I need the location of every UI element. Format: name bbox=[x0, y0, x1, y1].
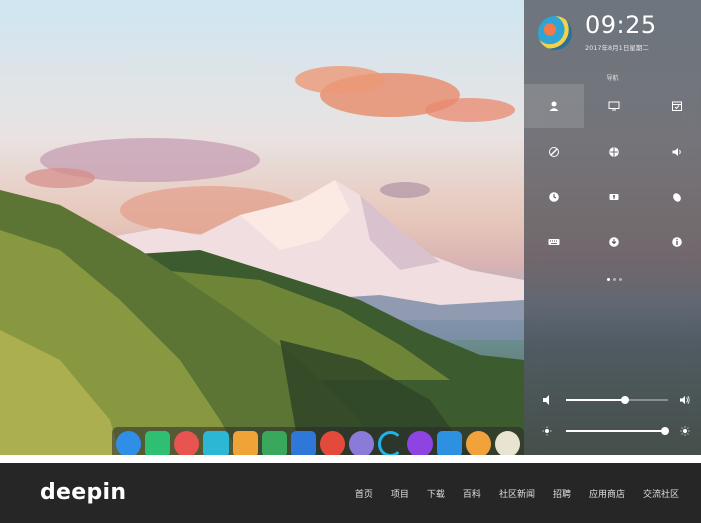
brightness-high-icon bbox=[680, 426, 690, 436]
navigation-label: 导航 bbox=[606, 75, 619, 82]
clock-icon bbox=[549, 192, 559, 202]
browser-icon[interactable] bbox=[465, 430, 491, 455]
control-center: 09:25 2017年8月1日星期二 导航 bbox=[524, 0, 701, 455]
nav-item[interactable]: 下载 bbox=[427, 487, 445, 500]
update-icon bbox=[609, 237, 619, 247]
dock bbox=[112, 427, 524, 455]
brightness-low-icon bbox=[542, 426, 552, 436]
extra-icon[interactable] bbox=[494, 430, 520, 455]
page-dot[interactable] bbox=[613, 278, 616, 281]
brightness-slider[interactable] bbox=[542, 425, 690, 437]
tile-info[interactable] bbox=[647, 220, 701, 264]
screenshot-icon[interactable] bbox=[436, 430, 462, 455]
volume-knob[interactable] bbox=[621, 396, 630, 404]
mouse-icon bbox=[673, 193, 681, 202]
network-icon bbox=[609, 147, 619, 157]
user-icon bbox=[549, 101, 559, 111]
terminal-icon[interactable] bbox=[145, 430, 171, 455]
theme-icon bbox=[549, 147, 559, 157]
nav-item[interactable]: 百科 bbox=[463, 487, 481, 500]
sound-icon bbox=[672, 148, 681, 156]
launcher-icon[interactable] bbox=[116, 430, 142, 455]
tile-sound[interactable] bbox=[647, 130, 701, 174]
volume-slider[interactable] bbox=[542, 394, 690, 406]
display-icon bbox=[608, 101, 620, 111]
user-avatar[interactable] bbox=[538, 16, 572, 50]
tile-clock[interactable] bbox=[524, 175, 584, 219]
app-store-icon[interactable] bbox=[203, 430, 229, 455]
screen-recorder-icon[interactable] bbox=[174, 430, 200, 455]
files-icon[interactable] bbox=[232, 430, 258, 455]
tile-power[interactable] bbox=[584, 175, 644, 219]
clock-time: 09:25 bbox=[585, 11, 657, 39]
tile-user[interactable] bbox=[524, 84, 584, 128]
page-dot[interactable] bbox=[607, 278, 610, 281]
nav-item[interactable]: 首页 bbox=[355, 487, 373, 500]
tile-keyboard[interactable] bbox=[524, 220, 584, 264]
power-icon bbox=[609, 194, 619, 200]
main-nav: 首页 项目 下载 百科 社区新闻 招聘 应用商店 交流社区 bbox=[355, 463, 679, 523]
desktop: 09:25 2017年8月1日星期二 导航 bbox=[0, 0, 701, 455]
shutdown-icon[interactable] bbox=[407, 430, 433, 455]
tile-theme[interactable] bbox=[524, 130, 584, 174]
brightness-knob[interactable] bbox=[660, 427, 669, 435]
loading-icon[interactable] bbox=[378, 430, 404, 455]
tile-mouse[interactable] bbox=[647, 175, 701, 219]
page-indicator bbox=[607, 278, 622, 281]
nav-item[interactable]: 招聘 bbox=[553, 487, 571, 500]
brightness-fill bbox=[566, 430, 665, 432]
nav-item[interactable]: 交流社区 bbox=[643, 487, 679, 500]
nav-item[interactable]: 项目 bbox=[391, 487, 409, 500]
tile-calendar[interactable] bbox=[647, 84, 701, 128]
chrome-icon[interactable] bbox=[319, 430, 345, 455]
clock-date: 2017年8月1日星期二 bbox=[585, 44, 649, 52]
keyboard-icon bbox=[548, 239, 560, 245]
info-icon bbox=[672, 237, 682, 247]
nav-item[interactable]: 应用商店 bbox=[589, 487, 625, 500]
page-dot[interactable] bbox=[619, 278, 622, 281]
tile-network[interactable] bbox=[584, 130, 644, 174]
tile-update[interactable] bbox=[584, 220, 644, 264]
volume-fill bbox=[566, 399, 626, 401]
volume-high-icon bbox=[680, 395, 690, 405]
site-header: deepin 首页 项目 下载 百科 社区新闻 招聘 应用商店 交流社区 bbox=[0, 463, 701, 523]
calendar-icon bbox=[672, 101, 682, 111]
tile-display[interactable] bbox=[584, 84, 644, 128]
settings-icon[interactable] bbox=[349, 430, 375, 455]
volume-low-icon bbox=[543, 395, 549, 405]
music-icon[interactable] bbox=[261, 430, 287, 455]
video-icon[interactable] bbox=[290, 430, 316, 455]
deepin-logo[interactable]: deepin bbox=[40, 480, 126, 505]
nav-item[interactable]: 社区新闻 bbox=[499, 487, 535, 500]
